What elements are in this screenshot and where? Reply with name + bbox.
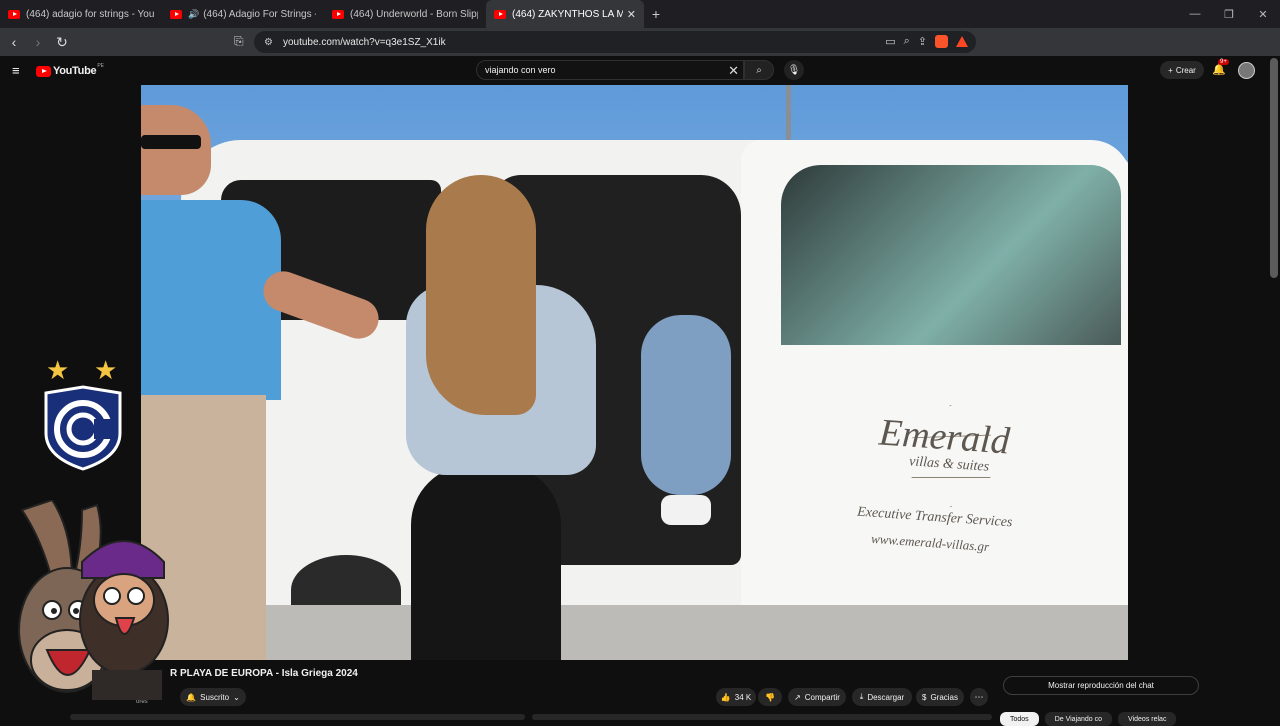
- thanks-button[interactable]: $ Gracias: [916, 688, 964, 706]
- bell-icon: 🔔: [186, 692, 197, 702]
- account-avatar[interactable]: [1238, 62, 1255, 79]
- clear-search-icon[interactable]: ✕: [728, 63, 739, 79]
- tab-title: (464) adagio for strings - YouTube: [26, 8, 154, 20]
- tab-title: (464) Underworld - Born Slippy (Nux: [350, 8, 478, 20]
- share-label: Compartir: [804, 692, 840, 702]
- voice-search-button[interactable]: 🎙: [784, 60, 804, 80]
- club-shield-icon: [44, 385, 122, 471]
- dislike-button[interactable]: 👎: [758, 688, 782, 706]
- related-chips: Todos De Viajando co Videos relac: [1000, 712, 1177, 726]
- star-icon: ★: [46, 355, 70, 385]
- share-button[interactable]: ↗ Compartir: [788, 688, 846, 706]
- share-icon: ↗: [794, 692, 801, 702]
- browser-tab-active[interactable]: (464) ZAKYNTHOS LA MEJOR PL ✕: [486, 0, 644, 28]
- close-tab-icon[interactable]: ✕: [627, 8, 636, 21]
- download-button[interactable]: ⤓ Descargar: [852, 688, 912, 706]
- country-code: PE: [97, 63, 104, 69]
- logo-text: YouTube: [53, 65, 97, 77]
- thanks-icon: $: [921, 692, 927, 702]
- like-count: 34 K: [734, 692, 752, 702]
- bell-icon: 🔔: [1212, 64, 1226, 76]
- chevron-down-icon: ⌄: [233, 692, 240, 702]
- window-controls: — ❐ ✕: [1178, 0, 1280, 28]
- comments-box[interactable]: [532, 714, 992, 720]
- youtube-favicon-icon: [332, 9, 344, 19]
- like-button[interactable]: 👍 34 K: [716, 688, 756, 706]
- back-icon[interactable]: ‹: [4, 34, 24, 50]
- url-actions: ▭ ⌕ ⇪: [885, 35, 968, 48]
- subscribed-button[interactable]: 🔔 Suscrito ⌄: [180, 688, 246, 706]
- video-scene-passenger: [631, 215, 741, 545]
- search-icon: ⌕: [756, 64, 762, 76]
- new-tab-button[interactable]: +: [644, 6, 668, 22]
- youtube-play-icon: [36, 65, 51, 77]
- show-chat-replay-button[interactable]: Mostrar reproducción del chat: [1003, 676, 1199, 695]
- tab-strip: (464) adagio for strings - YouTube 🔊 (46…: [0, 0, 1280, 28]
- tab-title: (464) Adagio For Strings - YouTube: [203, 8, 316, 20]
- site-settings-icon[interactable]: ⚙: [264, 37, 273, 48]
- video-scene-pole: [786, 85, 791, 145]
- share-icon[interactable]: ⇪: [918, 35, 927, 48]
- youtube-favicon-icon: [170, 9, 182, 19]
- url-text: youtube.com/watch?v=q3e1SZ_X1ik: [282, 36, 446, 48]
- cast-icon[interactable]: ▭: [885, 35, 895, 48]
- page-scrollbar[interactable]: [1270, 58, 1278, 278]
- browser-tab-3[interactable]: (464) Underworld - Born Slippy (Nux: [324, 0, 486, 28]
- chip-channel[interactable]: De Viajando co: [1044, 712, 1113, 726]
- forward-icon[interactable]: ›: [28, 34, 48, 50]
- search-button[interactable]: ⌕: [744, 60, 774, 80]
- chat-replay-label: Mostrar reproducción del chat: [1048, 681, 1154, 690]
- video-title: R PLAYA DE EUROPA - Isla Griega 2024: [170, 668, 358, 679]
- browser-tab-2[interactable]: 🔊 (464) Adagio For Strings - YouTube: [162, 0, 324, 28]
- speaker-icon[interactable]: 🔊: [188, 9, 199, 20]
- star-icon: ★: [94, 355, 118, 385]
- bookmark-icon[interactable]: ⎘: [234, 34, 244, 49]
- subscribed-label: Suscrito: [200, 692, 230, 702]
- thanks-label: Gracias: [930, 692, 958, 702]
- video-player[interactable]: Emerald villas & suites Executive Transf…: [141, 85, 1128, 660]
- thumbs-up-icon: 👍: [720, 692, 731, 702]
- chip-all[interactable]: Todos: [1000, 712, 1039, 726]
- tab-title: (464) ZAKYNTHOS LA MEJOR PL: [512, 8, 623, 20]
- create-button[interactable]: + Crear: [1160, 61, 1204, 79]
- video-scene-woman: [386, 175, 636, 660]
- close-window-icon[interactable]: ✕: [1246, 8, 1280, 21]
- more-actions-button[interactable]: ⋯: [970, 688, 988, 706]
- search-input[interactable]: viajando con vero ✕: [476, 60, 744, 80]
- description-box[interactable]: [70, 714, 525, 720]
- youtube-favicon-icon: [8, 9, 20, 19]
- youtube-favicon-icon: [494, 9, 506, 19]
- brave-rewards-icon[interactable]: [956, 36, 968, 47]
- notification-badge: 9+: [1218, 59, 1229, 65]
- zoom-icon[interactable]: ⌕: [904, 35, 910, 48]
- youtube-header: ≡ YouTube PE viajando con vero ✕ ⌕ 🎙 + C…: [0, 56, 1280, 84]
- create-label: Crear: [1175, 65, 1196, 75]
- download-label: Descargar: [867, 692, 905, 702]
- club-crest-overlay: ★ ★: [40, 355, 130, 475]
- url-field[interactable]: ⚙ youtube.com/watch?v=q3e1SZ_X1ik ▭ ⌕ ⇪: [254, 31, 976, 53]
- hamburger-menu-icon[interactable]: ≡: [12, 63, 20, 78]
- download-icon: ⤓: [859, 692, 864, 701]
- streamer-mascot-overlay: [18, 500, 169, 700]
- mic-icon: 🎙: [787, 64, 801, 76]
- minimize-icon[interactable]: —: [1178, 8, 1212, 20]
- address-bar-row: ‹ › ↻ ⎘ ⚙ youtube.com/watch?v=q3e1SZ_X1i…: [0, 28, 1280, 75]
- more-icon: ⋯: [974, 691, 984, 702]
- brave-shields-icon[interactable]: [935, 35, 948, 48]
- plus-icon: +: [1168, 65, 1173, 75]
- notifications-button[interactable]: 🔔 9+: [1212, 59, 1229, 76]
- video-scene-front-window: [781, 165, 1121, 345]
- restore-icon[interactable]: ❐: [1212, 8, 1246, 21]
- thumbs-down-icon: 👎: [765, 692, 775, 702]
- van-brand-text: Emerald: [877, 411, 1012, 463]
- reload-icon[interactable]: ↻: [52, 34, 72, 51]
- search-value: viajando con vero: [485, 65, 556, 75]
- chip-related[interactable]: Videos relac: [1118, 712, 1177, 726]
- youtube-logo[interactable]: YouTube PE: [36, 63, 104, 77]
- browser-tab-1[interactable]: (464) adagio for strings - YouTube: [0, 0, 162, 28]
